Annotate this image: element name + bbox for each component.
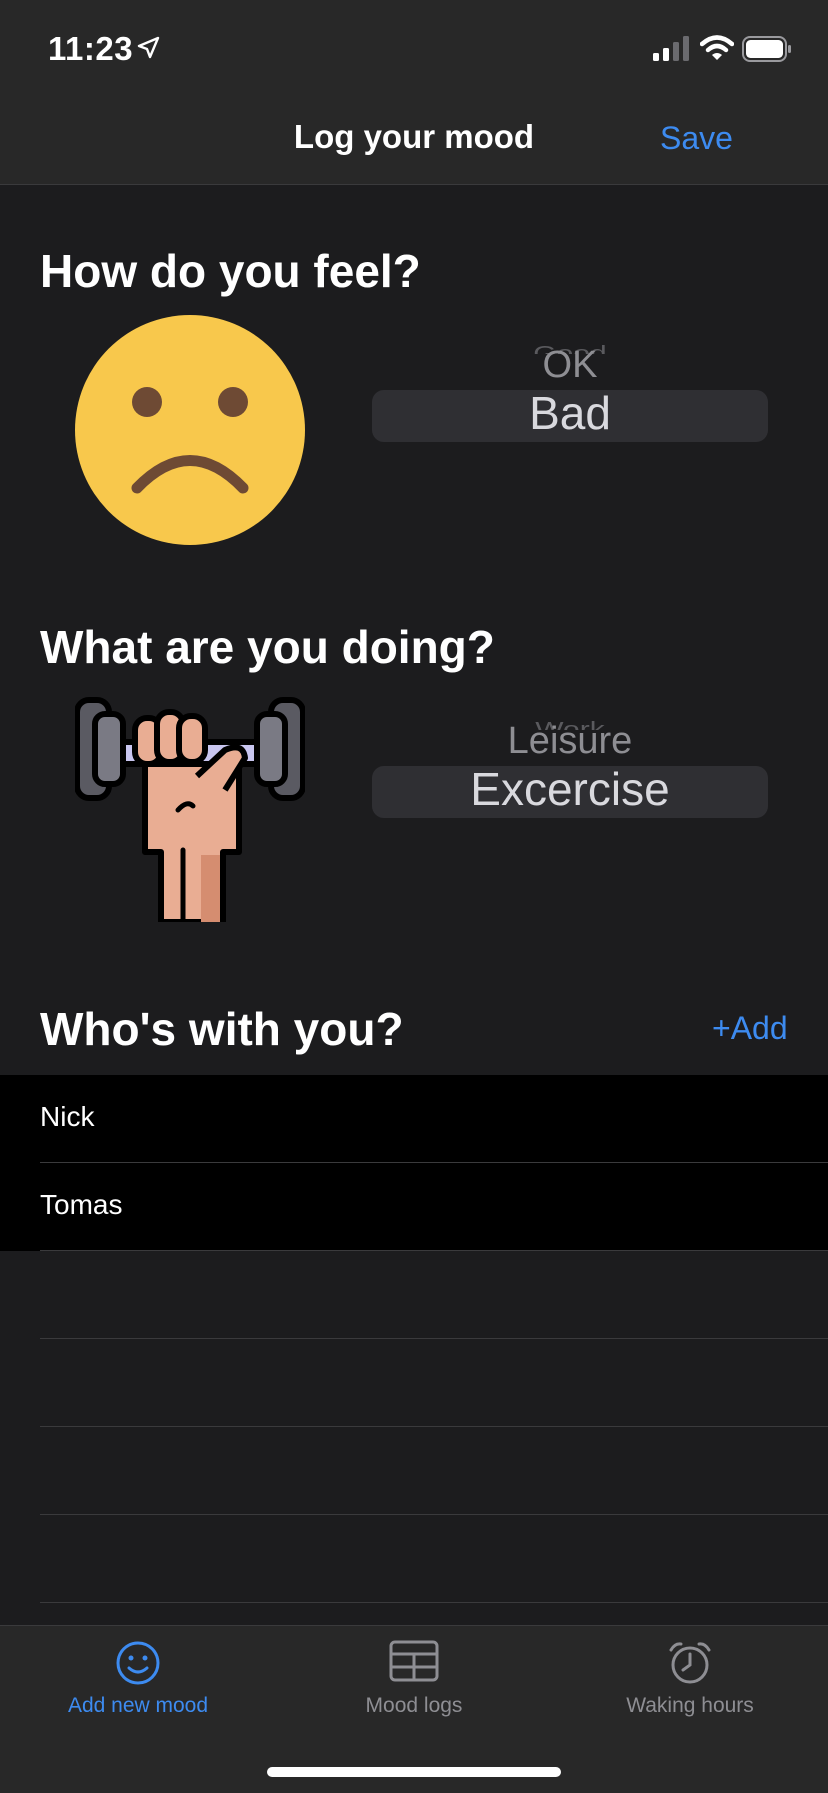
divider — [40, 1250, 828, 1251]
tab-waking-hours[interactable]: Waking hours — [552, 1640, 828, 1740]
signal-icon — [653, 36, 689, 61]
doing-heading: What are you doing? — [40, 621, 495, 673]
dumbbell-hand-icon — [75, 697, 305, 922]
mood-picker[interactable]: Good OK Bad — [372, 330, 768, 520]
alarm-clock-icon — [669, 1642, 711, 1684]
picker-option[interactable]: OK — [372, 344, 768, 387]
picker-selected-option[interactable]: Excercise — [372, 762, 768, 816]
with-heading: Who's with you? — [40, 1003, 404, 1055]
person-name: Nick — [40, 1101, 95, 1132]
activity-picker[interactable]: Work Leisure Excercise — [372, 706, 768, 896]
tab-add-new-mood[interactable]: Add new mood — [0, 1640, 276, 1740]
navigation-bar — [0, 0, 828, 185]
divider — [40, 1602, 828, 1603]
person-name: Tomas — [40, 1189, 123, 1220]
tab-label: Waking hours — [626, 1694, 754, 1717]
home-indicator[interactable] — [267, 1767, 561, 1777]
picker-option[interactable]: Leisure — [372, 720, 768, 763]
tab-label: Add new mood — [67, 1694, 209, 1717]
location-icon — [137, 36, 160, 59]
status-time: 11:23 — [48, 30, 134, 67]
sad-face-icon — [75, 315, 305, 545]
smiley-icon — [116, 1641, 160, 1685]
table-icon — [389, 1640, 439, 1682]
add-person-button[interactable]: +Add — [712, 1010, 788, 1047]
divider — [40, 1338, 828, 1339]
battery-icon — [742, 36, 791, 62]
wifi-icon — [700, 35, 734, 60]
picker-selected-option[interactable]: Bad — [372, 386, 768, 440]
list-item[interactable]: Nick — [0, 1075, 828, 1163]
tab-label: Mood logs — [365, 1694, 463, 1717]
feel-heading: How do you feel? — [40, 245, 421, 297]
list-item[interactable]: Tomas — [0, 1163, 828, 1251]
tab-mood-logs[interactable]: Mood logs — [276, 1640, 552, 1740]
divider — [40, 1514, 828, 1515]
save-button[interactable]: Save — [660, 120, 733, 157]
divider — [40, 1426, 828, 1427]
